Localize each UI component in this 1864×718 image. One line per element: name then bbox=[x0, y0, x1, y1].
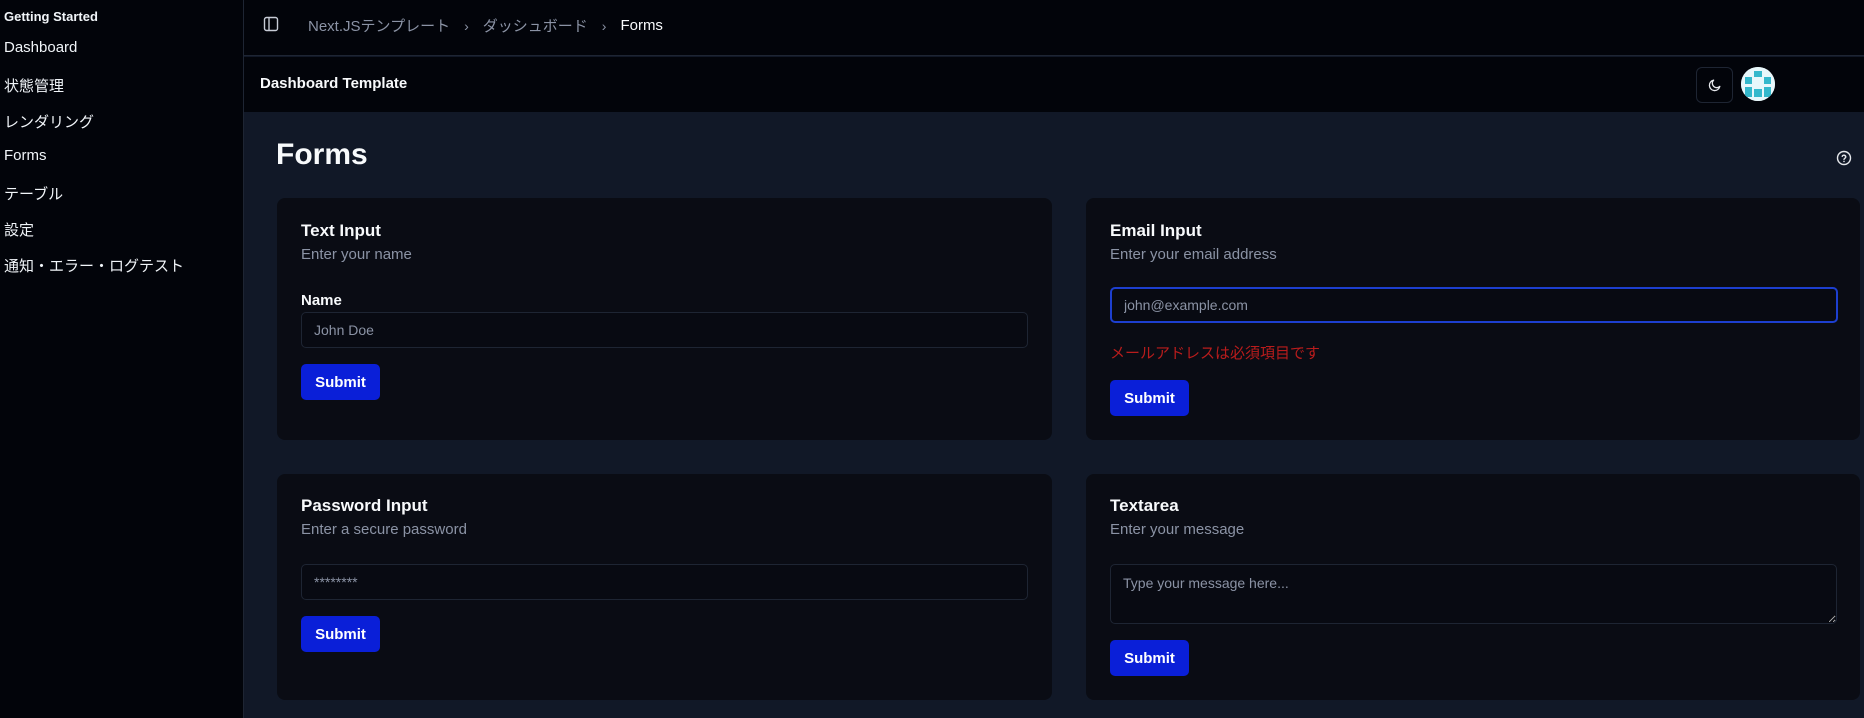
name-input[interactable] bbox=[301, 312, 1028, 348]
breadcrumb: Next.JSテンプレート › ダッシュボード › Forms bbox=[308, 15, 663, 36]
sidebar-item-settings[interactable]: 設定 bbox=[4, 219, 34, 240]
help-circle-icon bbox=[1836, 150, 1852, 166]
text-submit-button[interactable]: Submit bbox=[301, 364, 380, 400]
email-error-message: メールアドレスは必須項目です bbox=[1110, 345, 1321, 362]
card-title: Email Input bbox=[1110, 221, 1202, 240]
textarea-card: Textarea Enter your message Submit bbox=[1086, 474, 1860, 700]
card-title: Text Input bbox=[301, 221, 381, 240]
chevron-right-icon: › bbox=[601, 17, 607, 34]
card-title: Password Input bbox=[301, 496, 428, 515]
user-avatar-icon bbox=[1741, 67, 1775, 101]
sidebar: Getting Started Dashboard 状態管理 レンダリング Fo… bbox=[0, 0, 244, 718]
card-description: Enter your name bbox=[301, 246, 412, 263]
email-input-card: Email Input Enter your email address メール… bbox=[1086, 198, 1860, 440]
email-input[interactable] bbox=[1110, 287, 1838, 323]
email-submit-button[interactable]: Submit bbox=[1110, 380, 1189, 416]
panel-left-icon bbox=[263, 16, 279, 32]
chevron-right-icon: › bbox=[464, 17, 469, 34]
sidebar-item-notification-test[interactable]: 通知・エラー・ログテスト bbox=[4, 255, 184, 276]
moon-icon bbox=[1708, 79, 1720, 92]
sidebar-item-table[interactable]: テーブル bbox=[4, 183, 63, 204]
card-description: Enter a secure password bbox=[301, 521, 467, 538]
breadcrumb-item-template[interactable]: Next.JSテンプレート bbox=[308, 15, 450, 36]
top-bar: Next.JSテンプレート › ダッシュボード › Forms bbox=[244, 0, 1864, 56]
sidebar-group-label: Getting Started bbox=[4, 9, 98, 24]
sidebar-toggle-button[interactable] bbox=[260, 15, 282, 33]
breadcrumb-item-dashboard[interactable]: ダッシュボード bbox=[483, 15, 588, 36]
avatar[interactable] bbox=[1741, 67, 1775, 101]
name-label: Name bbox=[301, 292, 342, 309]
password-input[interactable] bbox=[301, 564, 1028, 600]
breadcrumb-current: Forms bbox=[620, 17, 663, 34]
sub-header: Dashboard Template bbox=[244, 57, 1864, 112]
help-button[interactable] bbox=[1836, 150, 1852, 166]
sidebar-item-forms[interactable]: Forms bbox=[4, 147, 47, 164]
sidebar-item-rendering[interactable]: レンダリング bbox=[4, 111, 94, 132]
sidebar-item-dashboard[interactable]: Dashboard bbox=[4, 39, 77, 56]
theme-toggle-button[interactable] bbox=[1696, 67, 1733, 103]
text-input-card: Text Input Enter your name Name Submit bbox=[277, 198, 1052, 440]
card-description: Enter your message bbox=[1110, 521, 1245, 538]
textarea-submit-button[interactable]: Submit bbox=[1110, 640, 1189, 676]
dashboard-title: Dashboard Template bbox=[260, 75, 408, 92]
card-description: Enter your email address bbox=[1110, 246, 1277, 263]
card-title: Textarea bbox=[1110, 496, 1179, 515]
message-textarea[interactable] bbox=[1110, 564, 1837, 624]
sidebar-item-state-management[interactable]: 状態管理 bbox=[4, 75, 64, 96]
page-title: Forms bbox=[276, 138, 368, 171]
password-submit-button[interactable]: Submit bbox=[301, 616, 380, 652]
password-input-card: Password Input Enter a secure password S… bbox=[277, 474, 1052, 700]
